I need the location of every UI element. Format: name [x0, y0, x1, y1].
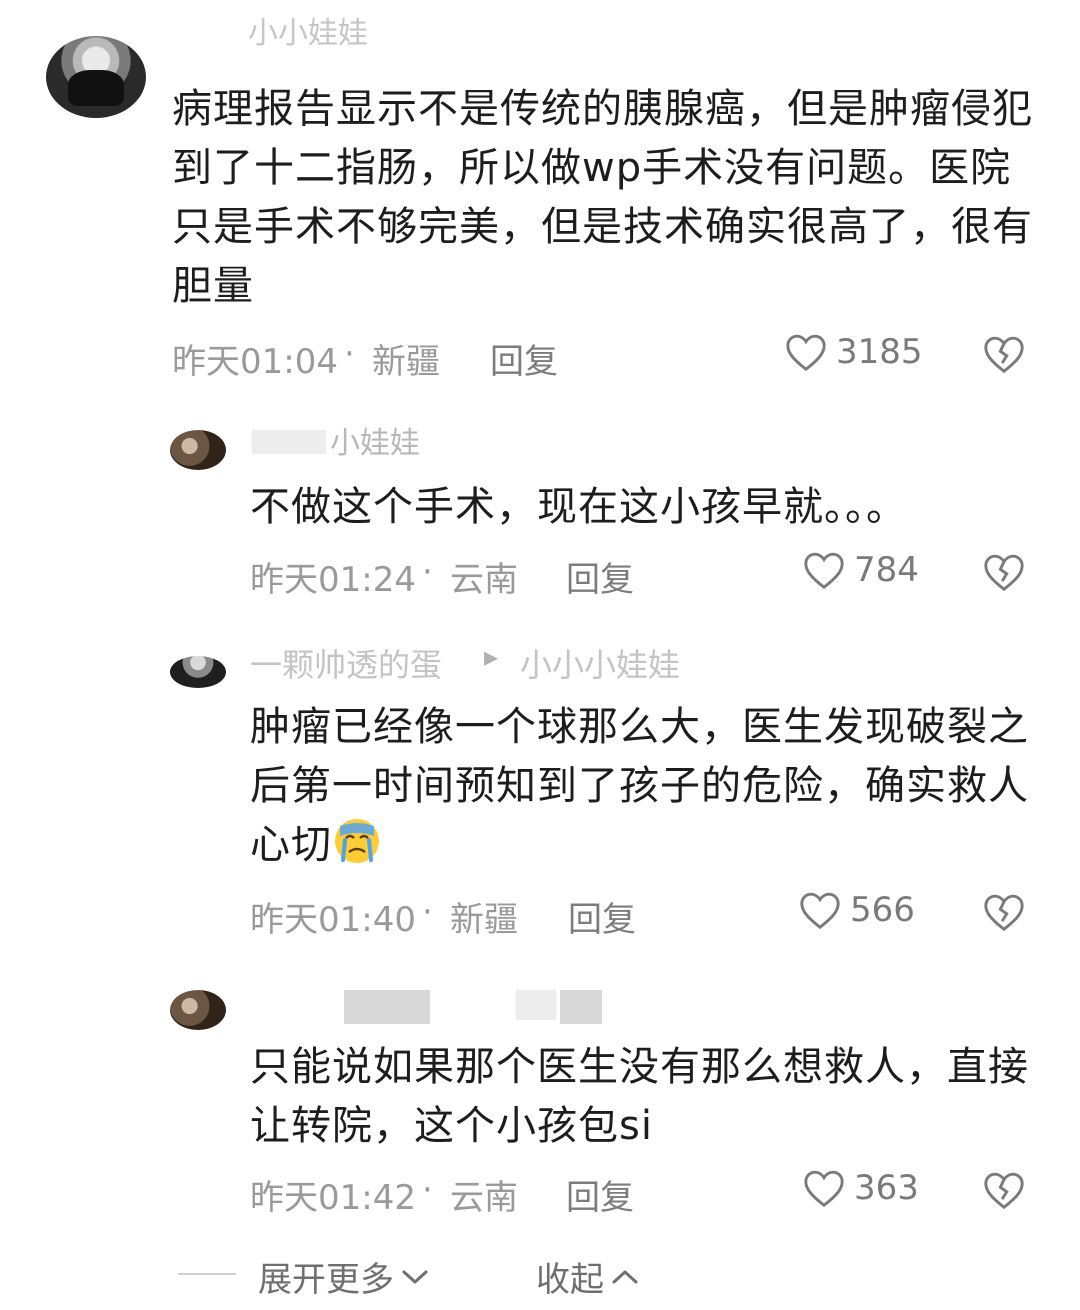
comment-text: 病理报告显示不是传统的胰腺癌，但是肿瘤侵犯到了十二指肠，所以做wp手术没有问题。…	[172, 86, 1033, 309]
avatar[interactable]	[170, 656, 226, 688]
heart-outline-icon	[804, 1170, 844, 1208]
heart-outline-icon	[786, 334, 826, 372]
expand-more-label: 展开更多	[258, 1260, 394, 1300]
avatar[interactable]	[170, 990, 226, 1030]
username-redacted	[252, 430, 326, 454]
comment-username[interactable]: 小娃娃	[330, 418, 420, 462]
collapse-label: 收起	[536, 1260, 604, 1300]
broken-heart-icon[interactable]	[982, 1170, 1026, 1210]
like-button[interactable]: 784	[802, 550, 919, 590]
reply-button[interactable]: 回复	[566, 552, 634, 601]
broken-heart-icon[interactable]	[982, 334, 1026, 374]
meta-separator: ·	[422, 1170, 433, 1210]
comment-time: 昨天01:24	[250, 560, 416, 600]
like-count: 784	[854, 550, 919, 590]
comment-text: 只能说如果那个医生没有那么想救人，直接让转院，这个小孩包si	[250, 1044, 1029, 1149]
chevron-down-icon	[402, 1270, 428, 1283]
expand-more-button[interactable]: 展开更多	[258, 1252, 430, 1301]
reply-button[interactable]: 回复	[490, 334, 558, 383]
comment-time: 昨天01:42	[250, 1178, 416, 1218]
reply-button[interactable]: 回复	[568, 892, 636, 941]
comment-location: 新疆	[372, 342, 440, 382]
comment-text: 肿瘤已经像一个球那么大，医生发现破裂之后第一时间预知到了孩子的危险，确实救人心切	[250, 698, 1030, 875]
like-count: 566	[850, 890, 915, 930]
comment-text: 不做这个手术，现在这小孩早就。。。	[250, 484, 907, 530]
comment-time: 昨天01:04	[172, 342, 338, 382]
like-button[interactable]: 566	[798, 890, 915, 930]
broken-heart-icon[interactable]	[982, 892, 1026, 932]
username-redacted	[344, 990, 430, 1024]
heart-outline-icon	[804, 552, 844, 590]
meta-separator: ·	[422, 892, 433, 932]
comment-username[interactable]: 一颗帅透的蛋	[250, 640, 442, 686]
chevron-up-icon	[612, 1270, 638, 1283]
avatar[interactable]	[46, 36, 146, 118]
meta-separator: ·	[344, 334, 355, 374]
comment-location: 云南	[450, 560, 518, 600]
heart-outline-icon	[800, 892, 840, 930]
like-button[interactable]: 363	[802, 1168, 919, 1208]
broken-heart-icon[interactable]	[982, 552, 1026, 592]
crying-face-emoji	[335, 819, 379, 863]
comment-time: 昨天01:40	[250, 900, 416, 940]
collapse-button[interactable]: 收起	[536, 1252, 640, 1301]
comment-username[interactable]: 小小娃娃	[248, 8, 368, 52]
username-redacted	[560, 990, 602, 1024]
comment-location: 云南	[450, 1178, 518, 1218]
reply-arrow-icon: ▸	[484, 640, 499, 673]
like-count: 363	[854, 1168, 919, 1208]
like-count: 3185	[836, 332, 923, 372]
meta-separator: ·	[422, 552, 433, 592]
avatar[interactable]	[170, 430, 226, 470]
divider	[178, 1273, 236, 1275]
like-button[interactable]: 3185	[784, 332, 923, 372]
reply-to-username[interactable]: 小小小娃娃	[520, 640, 680, 686]
username-redacted	[516, 990, 556, 1020]
reply-button[interactable]: 回复	[566, 1170, 634, 1219]
comment-location: 新疆	[450, 900, 518, 940]
